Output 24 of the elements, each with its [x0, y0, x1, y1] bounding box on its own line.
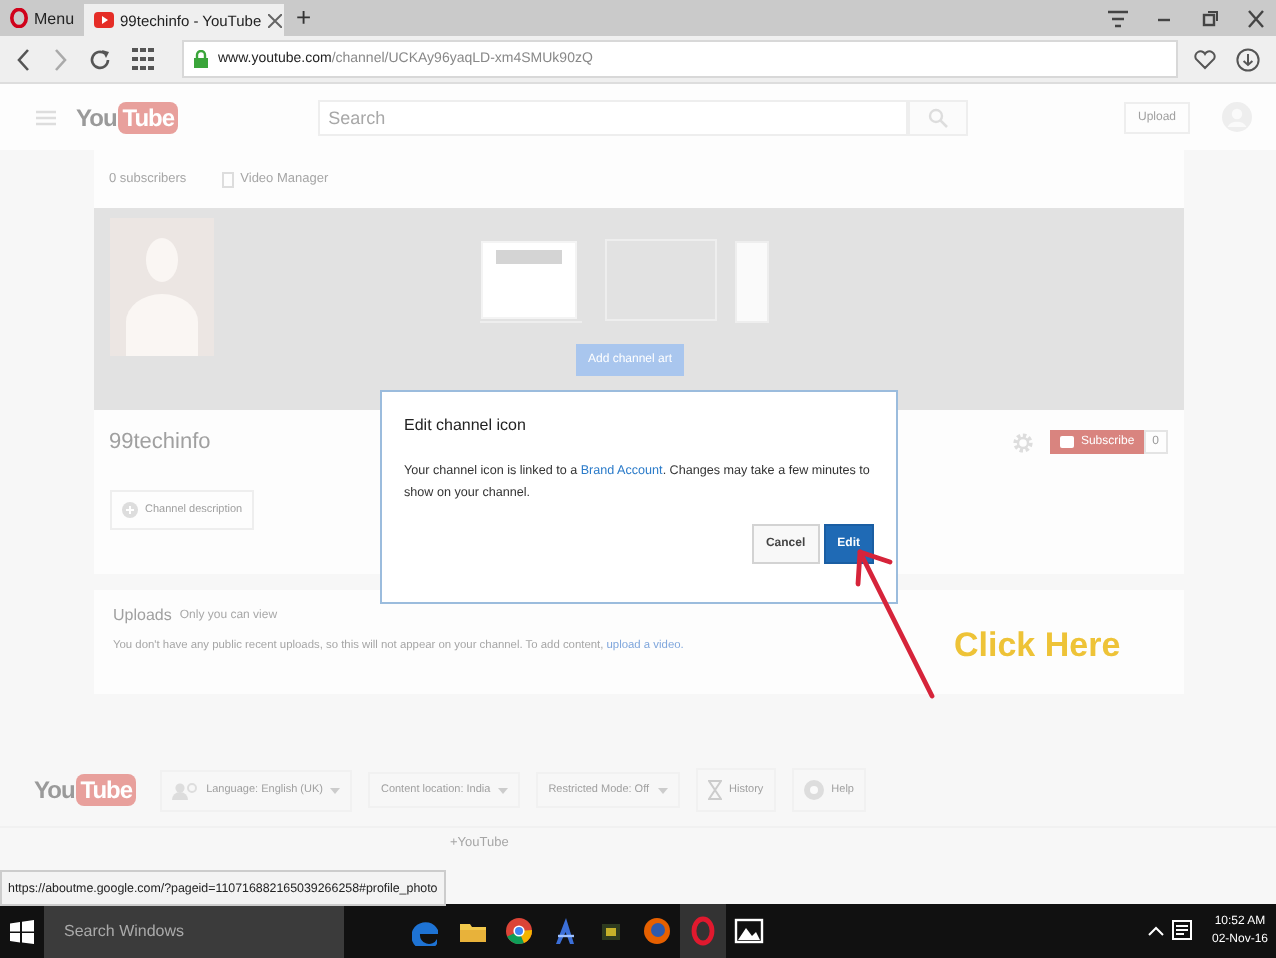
channel-name: 99techinfo — [109, 430, 211, 454]
search-icon — [928, 107, 949, 127]
caret-icon — [498, 787, 509, 793]
youtube-favicon-icon — [94, 12, 115, 28]
dialog-title: Edit channel icon — [404, 416, 528, 434]
download-icon[interactable] — [1232, 45, 1264, 73]
plus-circle-icon — [121, 502, 137, 518]
people-icon — [172, 781, 199, 799]
help-icon — [803, 780, 824, 800]
caret-icon — [657, 787, 668, 793]
heart-icon[interactable] — [1190, 45, 1220, 73]
taskbar-search-field[interactable]: Search Windows — [44, 904, 344, 958]
opera-logo-icon — [10, 8, 28, 28]
new-tab-button[interactable]: + — [284, 0, 324, 36]
hourglass-icon — [707, 780, 722, 800]
menu-button[interactable]: Menu — [0, 0, 85, 36]
close-icon[interactable] — [267, 13, 282, 27]
annotation-label: Click Here — [954, 626, 1121, 666]
search-field[interactable]: Search — [318, 99, 909, 135]
lock-icon — [194, 50, 208, 68]
default-avatar-icon — [109, 218, 213, 356]
section-title: Uploads — [113, 606, 172, 624]
caret-icon — [330, 787, 341, 793]
speed-dial-icon[interactable] — [128, 45, 158, 73]
